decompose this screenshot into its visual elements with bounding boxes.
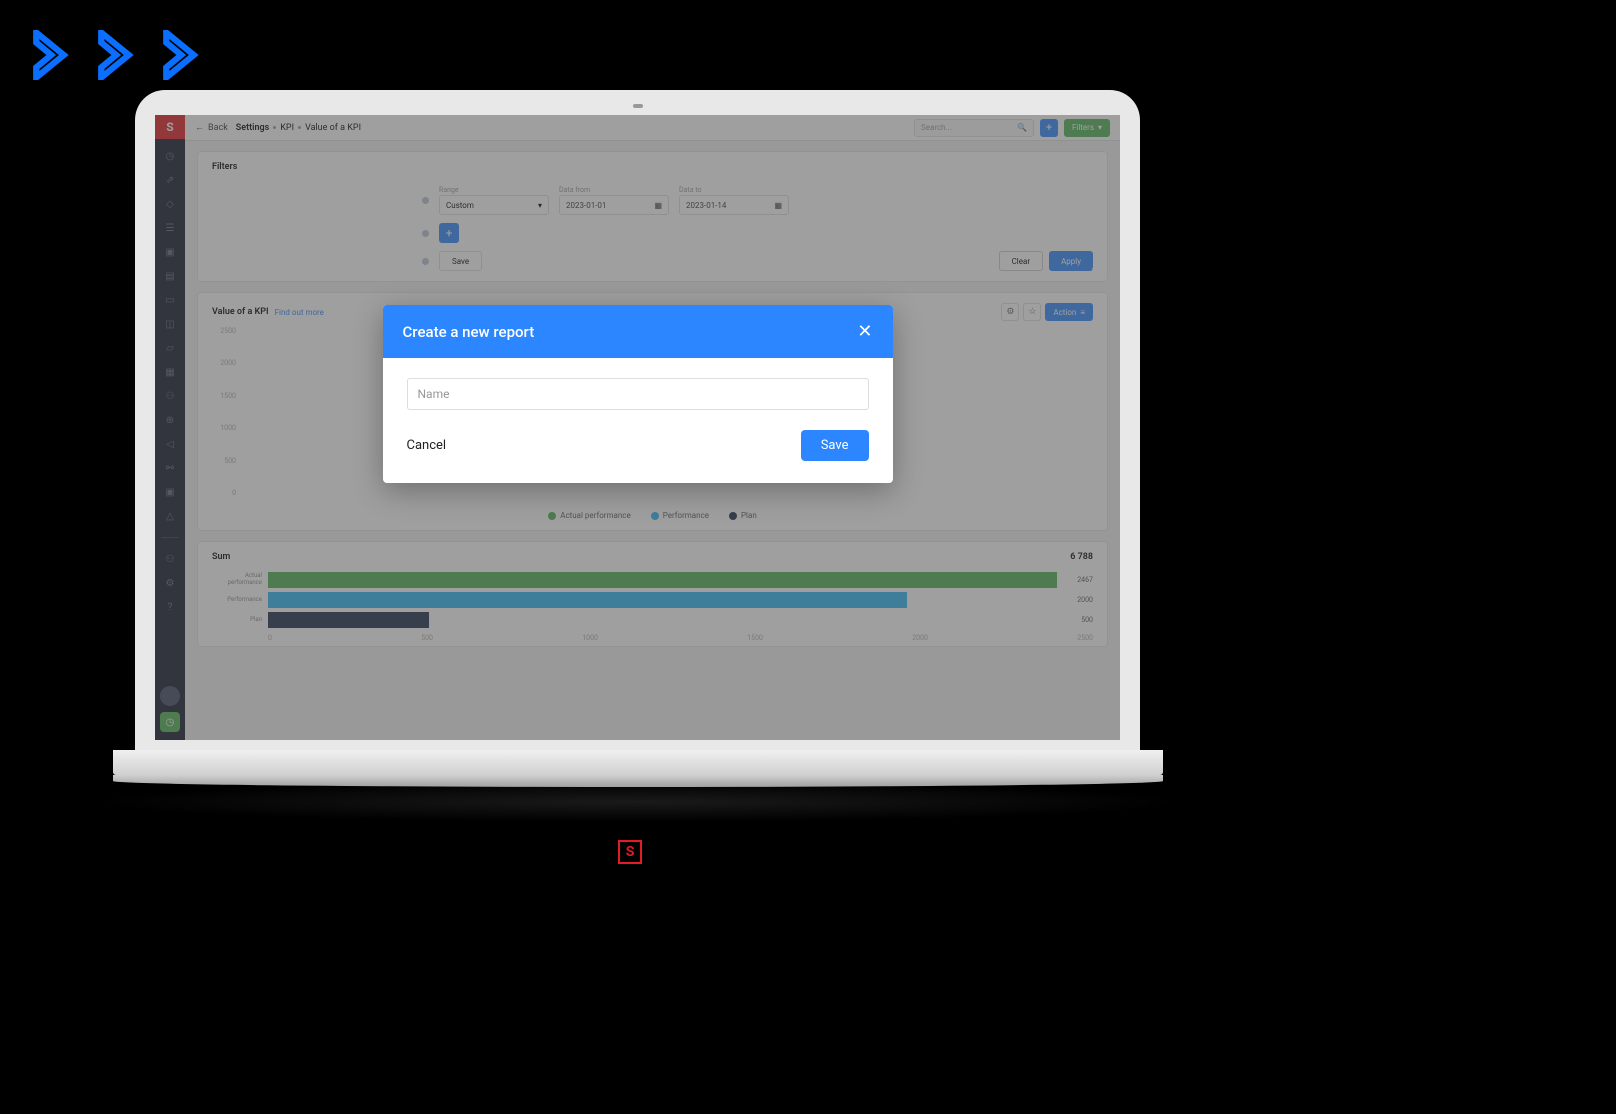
app-screen: S ◷ ⇗ ◇ ☰ ▣ ▤ ▭ ◫ ▱ ▦ ⚇ ⊕ ◁ ⚯ ▣: [155, 115, 1120, 740]
laptop-shadow: [88, 782, 1188, 822]
laptop-notch: [633, 104, 643, 108]
play-arrow-icon: [95, 30, 135, 80]
modal-header: Create a new report ✕: [383, 305, 893, 358]
modal-title: Create a new report: [403, 323, 535, 341]
modal-overlay: Create a new report ✕ Name Cancel Save: [155, 115, 1120, 740]
cancel-button[interactable]: Cancel: [407, 438, 447, 453]
save-button[interactable]: Save: [801, 430, 869, 461]
laptop-mockup: S ◷ ⇗ ◇ ☰ ▣ ▤ ▭ ◫ ▱ ▦ ⚇ ⊕ ◁ ⚯ ▣: [135, 90, 1140, 822]
play-arrow-icon: [30, 30, 70, 80]
report-name-input[interactable]: Name: [407, 378, 869, 410]
brand-badge: S: [618, 840, 642, 864]
create-report-modal: Create a new report ✕ Name Cancel Save: [383, 305, 893, 483]
play-arrow-icon: [160, 30, 200, 80]
name-placeholder: Name: [418, 387, 450, 401]
triple-arrow-decoration: [30, 30, 200, 80]
laptop-base: [113, 750, 1163, 775]
close-icon[interactable]: ✕: [857, 321, 872, 342]
